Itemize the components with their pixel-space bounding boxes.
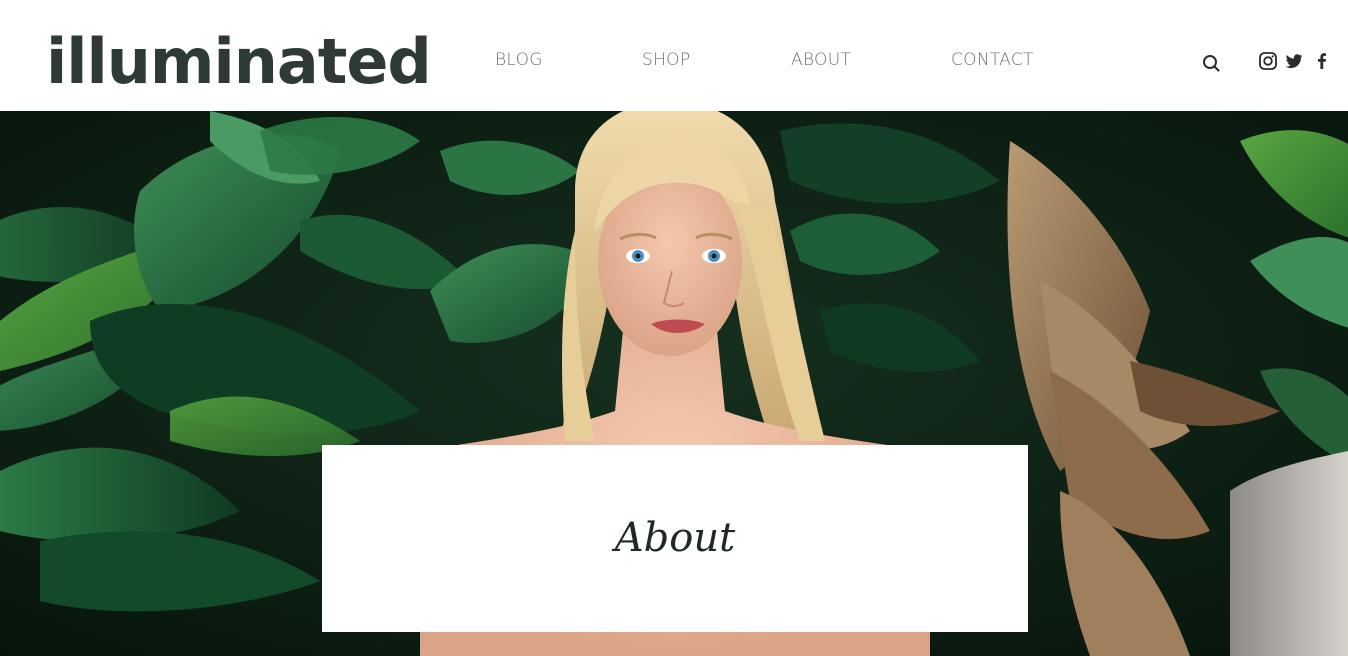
search-icon[interactable] [1201, 53, 1221, 73]
main-nav: BLOG SHOP ABOUT CONTACT [0, 50, 1348, 76]
twitter-icon[interactable] [1284, 51, 1304, 71]
facebook-icon[interactable] [1312, 51, 1332, 71]
nav-item-shop[interactable]: SHOP [642, 50, 690, 70]
nav-item-blog[interactable]: BLOG [495, 50, 543, 70]
instagram-icon[interactable] [1258, 51, 1278, 71]
site-header: illuminated BLOG SHOP ABOUT CONTACT [0, 0, 1348, 111]
nav-item-about[interactable]: ABOUT [791, 50, 851, 70]
page-title: About [614, 515, 736, 561]
page-title-card: About [322, 445, 1028, 632]
nav-item-contact[interactable]: CONTACT [951, 50, 1034, 70]
